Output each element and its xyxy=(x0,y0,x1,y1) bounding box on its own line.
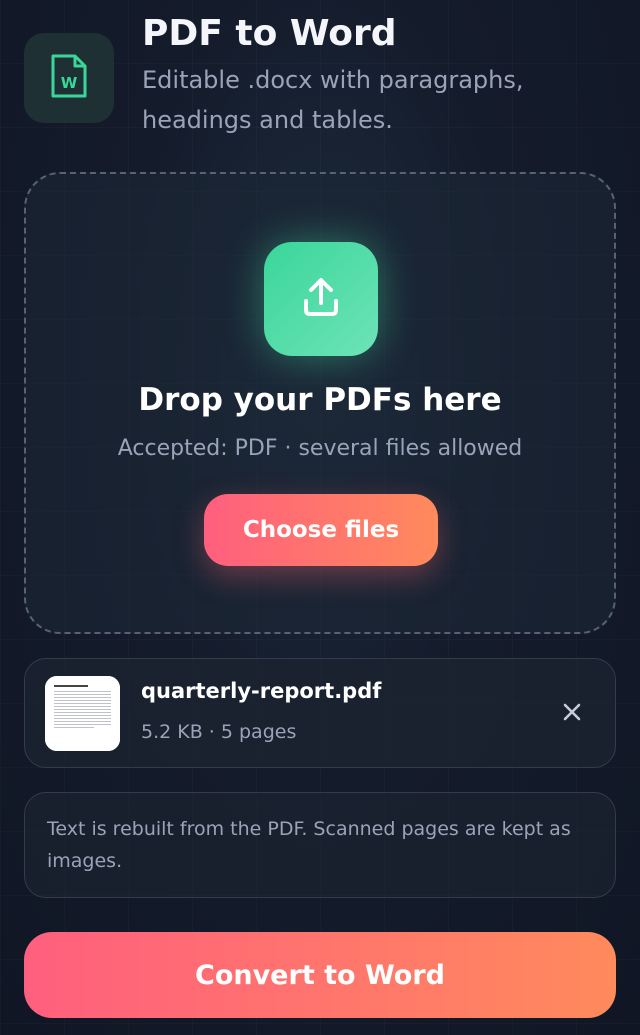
upload-icon xyxy=(297,273,345,325)
upload-icon-box xyxy=(264,242,378,356)
word-letter: W xyxy=(61,74,78,92)
page-subtitle: Editable .docx with paragraphs, headings… xyxy=(142,66,524,134)
app-icon: W xyxy=(24,33,114,123)
convert-to-word-button[interactable]: Convert to Word xyxy=(24,932,616,1018)
page-header: W PDF to Word Editable .docx with paragr… xyxy=(0,0,640,150)
file-item: quarterly-report.pdf 5.2 KB · 5 pages xyxy=(24,658,616,768)
file-dropzone[interactable]: Drop your PDFs here Accepted: PDF · seve… xyxy=(24,172,616,634)
info-note: Text is rebuilt from the PDF. Scanned pa… xyxy=(24,792,616,898)
dropzone-title: Drop your PDFs here xyxy=(138,382,502,418)
close-icon[interactable] xyxy=(562,702,582,726)
file-meta: 5.2 KB · 5 pages xyxy=(141,721,297,743)
pdf-page-thumbnail xyxy=(45,676,120,751)
dropzone-subtitle: Accepted: PDF · several files allowed xyxy=(117,436,523,461)
page-title: PDF to Word xyxy=(142,13,397,54)
remove-file-button[interactable] xyxy=(557,699,587,729)
word-document-icon: W xyxy=(49,52,89,104)
choose-files-button[interactable]: Choose files xyxy=(204,494,438,566)
file-name: quarterly-report.pdf xyxy=(141,679,382,703)
